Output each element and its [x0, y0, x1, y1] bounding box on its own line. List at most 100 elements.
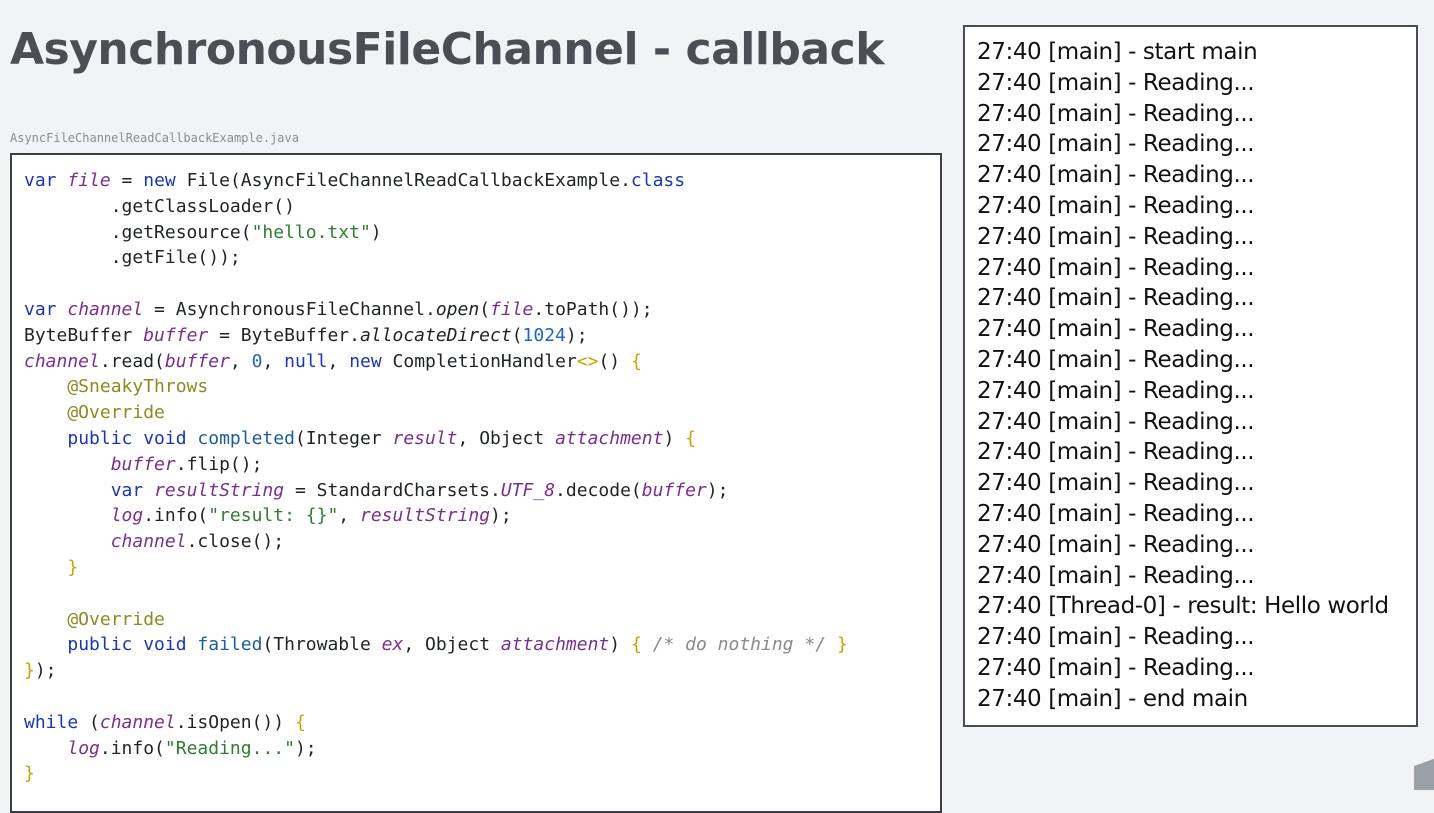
code-token: {	[630, 634, 653, 656]
code-token: }	[826, 634, 848, 656]
log-line: 27:40 [main] - Reading...	[977, 408, 1255, 435]
code-line: @Override	[24, 400, 165, 426]
code-token: )	[370, 221, 382, 243]
code-line: var resultString = StandardCharsets.UTF_…	[24, 478, 729, 504]
code-token: 1024	[522, 324, 566, 346]
code-token: file	[67, 170, 111, 191]
log-line: 27:40 [main] - Reading...	[977, 69, 1255, 96]
log-line: 27:40 [main] - Reading...	[977, 624, 1255, 651]
code-token: resultString	[359, 505, 491, 527]
code-token: }	[24, 763, 35, 785]
code-line: public void failed(Throwable ex, Object …	[24, 632, 848, 658]
log-line: 27:40 [main] - Reading...	[977, 131, 1255, 158]
code-line: @Override	[24, 607, 165, 633]
code-token: allocateDirect	[359, 324, 512, 346]
code-token: ,	[229, 350, 252, 372]
code-token: /* do nothing */	[652, 634, 827, 656]
code-token: = AsynchronousFileChannel.	[143, 299, 436, 320]
code-token: result	[392, 428, 458, 449]
code-line: });	[24, 658, 57, 684]
code-token: File(AsyncFileChannelReadCallbackExample…	[186, 170, 631, 191]
decorative-corner-shape	[1414, 740, 1434, 790]
code-token: .getClassLoader()	[24, 195, 295, 217]
code-token: channel	[99, 711, 176, 733]
code-token: class	[630, 170, 686, 191]
code-token: file	[490, 299, 534, 320]
log-line: 27:40 [main] - start main	[977, 39, 1258, 65]
log-line: 27:40 [main] - end main	[977, 685, 1248, 712]
code-token: var	[24, 299, 68, 320]
code-token: ,	[327, 350, 350, 372]
code-token: (	[479, 299, 491, 320]
code-token: completed	[197, 428, 295, 449]
code-token: open	[435, 299, 480, 320]
log-line: 27:40 [main] - Reading...	[977, 562, 1255, 589]
code-line: log.info("Reading...");	[24, 736, 317, 762]
code-token: ,	[262, 350, 285, 372]
code-line: .getResource("hello.txt")	[24, 220, 382, 246]
code-line: while (channel.isOpen()) {	[24, 710, 306, 736]
code-token: .read(	[99, 350, 165, 372]
code-token: 0	[251, 350, 263, 372]
code-token: );	[490, 505, 512, 527]
code-token: channel	[24, 350, 100, 372]
code-token: buffer	[143, 324, 209, 346]
code-token: .info(	[143, 505, 209, 527]
code-token: {	[294, 711, 306, 733]
code-token: <>	[576, 350, 599, 372]
code-token: new	[143, 170, 187, 191]
code-token: var	[24, 170, 68, 191]
log-line: 27:40 [main] - Reading...	[977, 316, 1255, 343]
code-token: CompletionHandler	[392, 350, 577, 372]
code-token: attachment	[500, 634, 610, 656]
code-token: log	[67, 737, 100, 759]
code-token: new	[349, 350, 393, 372]
code-token: .getResource(	[24, 221, 252, 243]
log-line: 27:40 [main] - Reading...	[977, 655, 1255, 681]
code-token: .flip();	[175, 453, 263, 475]
code-token: =	[110, 170, 144, 191]
code-token: (Throwable	[262, 634, 382, 656]
log-line: 27:40 [main] - Reading...	[977, 377, 1255, 404]
code-token: buffer	[110, 453, 176, 475]
log-line: 27:40 [main] - Reading...	[977, 100, 1255, 127]
slide-title: AsynchronousFileChannel - callback	[10, 24, 884, 75]
code-token: );	[34, 660, 57, 682]
code-token: @Override	[24, 402, 165, 424]
code-token: );	[294, 737, 317, 759]
log-line: 27:40 [main] - Reading...	[977, 347, 1255, 373]
code-token: .decode(	[555, 479, 642, 501]
code-token: , Object	[403, 634, 501, 656]
log-line: 27:40 [main] - Reading...	[977, 501, 1255, 527]
code-line: .getClassLoader()	[24, 194, 295, 220]
code-line: public void completed(Integer result, Ob…	[24, 426, 696, 452]
code-token: );	[565, 324, 588, 346]
log-line: 27:40 [Thread-0] - result: Hello world	[977, 593, 1389, 620]
log-line: 27:40 [main] - Reading...	[977, 531, 1255, 558]
code-line: channel.read(buffer, 0, null, new Comple…	[24, 349, 642, 375]
code-line: ByteBuffer buffer = ByteBuffer.allocateD…	[24, 323, 588, 349]
log-line: 27:40 [main] - Reading...	[977, 162, 1255, 189]
code-token: }	[67, 557, 79, 578]
code-line: var file = new File(AsyncFileChannelRead…	[24, 168, 685, 194]
log-line: 27:40 [main] - Reading...	[977, 439, 1255, 466]
code-token: )	[609, 634, 631, 656]
code-token: ByteBuffer	[24, 324, 144, 346]
code-token: while	[24, 711, 90, 733]
code-line: buffer.flip();	[24, 452, 263, 478]
code-token: .close();	[186, 531, 285, 553]
code-filename: AsyncFileChannelReadCallbackExample.java	[10, 131, 299, 145]
code-token: UTF_8	[500, 479, 556, 501]
log-line: 27:40 [main] - Reading...	[977, 193, 1255, 219]
code-token: buffer	[164, 350, 230, 372]
code-token: attachment	[555, 428, 664, 449]
log-line: 27:40 [main] - Reading...	[977, 254, 1255, 281]
code-token: "hello.txt"	[251, 221, 371, 243]
code-line: }	[24, 555, 78, 581]
code-token: ()	[598, 350, 631, 372]
